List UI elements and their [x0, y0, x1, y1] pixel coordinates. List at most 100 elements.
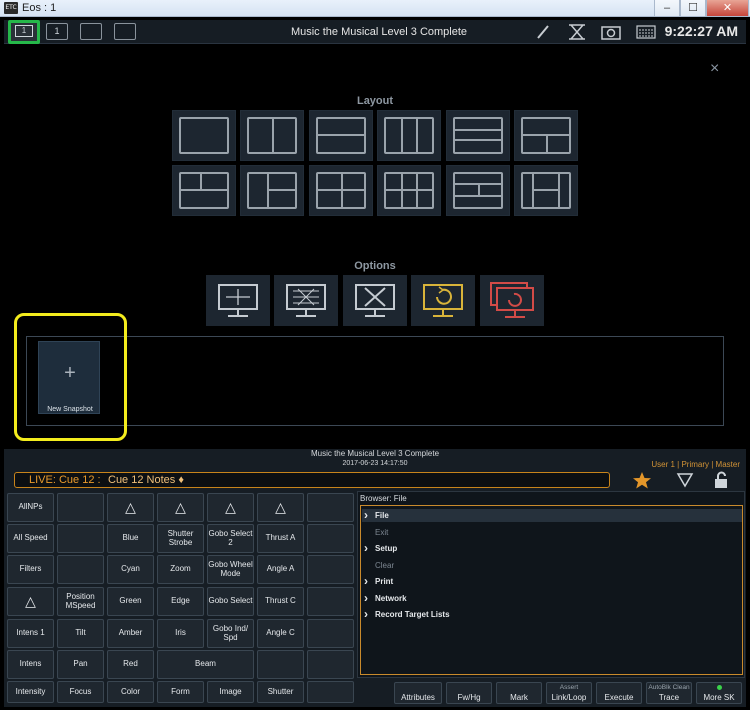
layout-two-columns[interactable]	[240, 110, 304, 161]
tab-3[interactable]	[80, 23, 102, 40]
param-button-all-speed[interactable]: All Speed	[7, 524, 54, 553]
param-button-empty[interactable]	[57, 524, 104, 553]
param-button-shutter[interactable]: Shutter	[257, 681, 304, 703]
param-button-thrust-c[interactable]: Thrust C	[257, 587, 304, 616]
option-swap-display[interactable]	[274, 275, 338, 326]
param-button--[interactable]: △	[157, 493, 204, 522]
layout-three-columns[interactable]	[377, 110, 441, 161]
param-button-empty[interactable]	[307, 619, 354, 648]
tab-2[interactable]: 1	[46, 23, 68, 40]
param-button-gobo-wheel-mode[interactable]: Gobo Wheel Mode	[207, 555, 254, 584]
param-button--[interactable]: △	[7, 587, 54, 616]
param-button-filters[interactable]: Filters	[7, 555, 54, 584]
param-button-thrust-a[interactable]: Thrust A	[257, 524, 304, 553]
param-button-angle-a[interactable]: Angle A	[257, 555, 304, 584]
browser-item-exit[interactable]: Exit	[375, 528, 388, 537]
param-button-focus[interactable]: Focus	[57, 681, 104, 703]
param-button-iris[interactable]: Iris	[157, 619, 204, 648]
param-button-intens-1[interactable]: Intens 1	[7, 619, 54, 648]
show-title: Music the Musical Level 3 Complete	[290, 26, 468, 38]
param-button-empty[interactable]	[307, 587, 354, 616]
highlight-annotation	[14, 313, 127, 441]
layout-six[interactable]	[377, 165, 441, 216]
camera-icon[interactable]	[601, 24, 621, 43]
param-button-beam[interactable]: Beam	[157, 650, 254, 679]
param-button-color[interactable]: Color	[107, 681, 154, 703]
param-button--[interactable]: △	[107, 493, 154, 522]
option-close-display[interactable]	[343, 275, 407, 326]
layout-top-split-bottom[interactable]	[514, 110, 578, 161]
param-button-empty[interactable]	[57, 555, 104, 584]
network-icon[interactable]	[568, 24, 586, 43]
param-button-empty[interactable]	[307, 681, 354, 703]
param-button-zoom[interactable]: Zoom	[157, 555, 204, 584]
keyboard-icon[interactable]	[636, 24, 656, 43]
option-reset-display[interactable]	[411, 275, 475, 326]
param-button-form[interactable]: Form	[157, 681, 204, 703]
param-button--[interactable]: △	[207, 493, 254, 522]
cue-date: 2017-06-23 14:17:50	[342, 460, 408, 467]
browser-item-print[interactable]: › Print	[364, 574, 393, 588]
param-button-blue[interactable]: Blue	[107, 524, 154, 553]
layout-center-panel[interactable]	[446, 165, 510, 216]
param-button-empty[interactable]	[257, 650, 304, 679]
softkey-execute[interactable]: Execute	[596, 682, 642, 704]
option-reset-all-displays[interactable]	[480, 275, 544, 326]
browser-item-clear[interactable]: Clear	[375, 561, 394, 570]
param-button-empty[interactable]	[57, 493, 104, 522]
softkey-fw-hg[interactable]: Fw/Hg	[446, 682, 492, 704]
param-button-gobo-select-2[interactable]: Gobo Select 2	[207, 524, 254, 553]
param-button-empty[interactable]	[307, 493, 354, 522]
param-button--[interactable]: △	[257, 493, 304, 522]
param-button-image[interactable]: Image	[207, 681, 254, 703]
window-title: Eos : 1	[22, 2, 57, 14]
option-move-display[interactable]	[206, 275, 270, 326]
param-button-pan[interactable]: Pan	[57, 650, 104, 679]
layout-two-rows[interactable]	[309, 110, 373, 161]
param-button-empty[interactable]	[307, 524, 354, 553]
param-button-gobo-ind-spd[interactable]: Gobo Ind/ Spd	[207, 619, 254, 648]
param-button-green[interactable]: Green	[107, 587, 154, 616]
param-button-intens[interactable]: Intens	[7, 650, 54, 679]
param-button-edge[interactable]: Edge	[157, 587, 204, 616]
softkey-trace[interactable]: AutoBlk Clean Trace	[646, 682, 692, 704]
triangle-down-icon[interactable]	[676, 472, 694, 493]
param-button-empty[interactable]	[307, 650, 354, 679]
layout-sidebars[interactable]	[514, 165, 578, 216]
layout-left-column-split[interactable]	[240, 165, 304, 216]
param-button-gobo-select[interactable]: Gobo Select	[207, 587, 254, 616]
layout-single[interactable]	[172, 110, 236, 161]
param-button-allnps[interactable]: AllNPs	[7, 493, 54, 522]
browser-item-file[interactable]: › File	[364, 508, 389, 522]
layout-quad-left[interactable]	[172, 165, 236, 216]
layout-quad[interactable]	[309, 165, 373, 216]
pen-icon[interactable]	[536, 24, 550, 43]
live-cue-text: LIVE: Cue 12 :	[29, 474, 101, 486]
tab-4[interactable]	[114, 23, 136, 40]
close-window-button[interactable]: ✕	[706, 0, 749, 17]
param-button-red[interactable]: Red	[107, 650, 154, 679]
param-button-amber[interactable]: Amber	[107, 619, 154, 648]
param-button-empty[interactable]	[307, 555, 354, 584]
browser-item-setup[interactable]: › Setup	[364, 541, 397, 555]
softkey-attributes[interactable]: Attributes	[394, 682, 442, 704]
cue-notes: Cue 12 Notes ♦	[108, 474, 184, 486]
browser-item-network[interactable]: › Network	[364, 591, 407, 605]
softkey-more-sk[interactable]: More SK	[696, 682, 742, 704]
param-button-cyan[interactable]: Cyan	[107, 555, 154, 584]
layout-three-rows[interactable]	[446, 110, 510, 161]
tab-1-active[interactable]: 1	[8, 20, 40, 44]
softkey-mark[interactable]: Mark	[496, 682, 542, 704]
browser-title: Browser: File	[360, 494, 407, 503]
softkey-link-loop[interactable]: Assert Link/Loop	[546, 682, 592, 704]
maximize-button[interactable]: ☐	[680, 0, 706, 17]
param-button-intensity[interactable]: Intensity	[7, 681, 54, 703]
chevron-right-icon: ›	[364, 574, 368, 588]
param-button-position-mspeed[interactable]: Position MSpeed	[57, 587, 104, 616]
param-button-angle-c[interactable]: Angle C	[257, 619, 304, 648]
browser-item-record-target-lists[interactable]: › Record Target Lists	[364, 607, 450, 621]
param-button-tilt[interactable]: Tilt	[57, 619, 104, 648]
close-icon[interactable]: ×	[710, 60, 719, 78]
param-button-shutter-strobe[interactable]: Shutter Strobe	[157, 524, 204, 553]
minimize-button[interactable]: –	[654, 0, 680, 17]
